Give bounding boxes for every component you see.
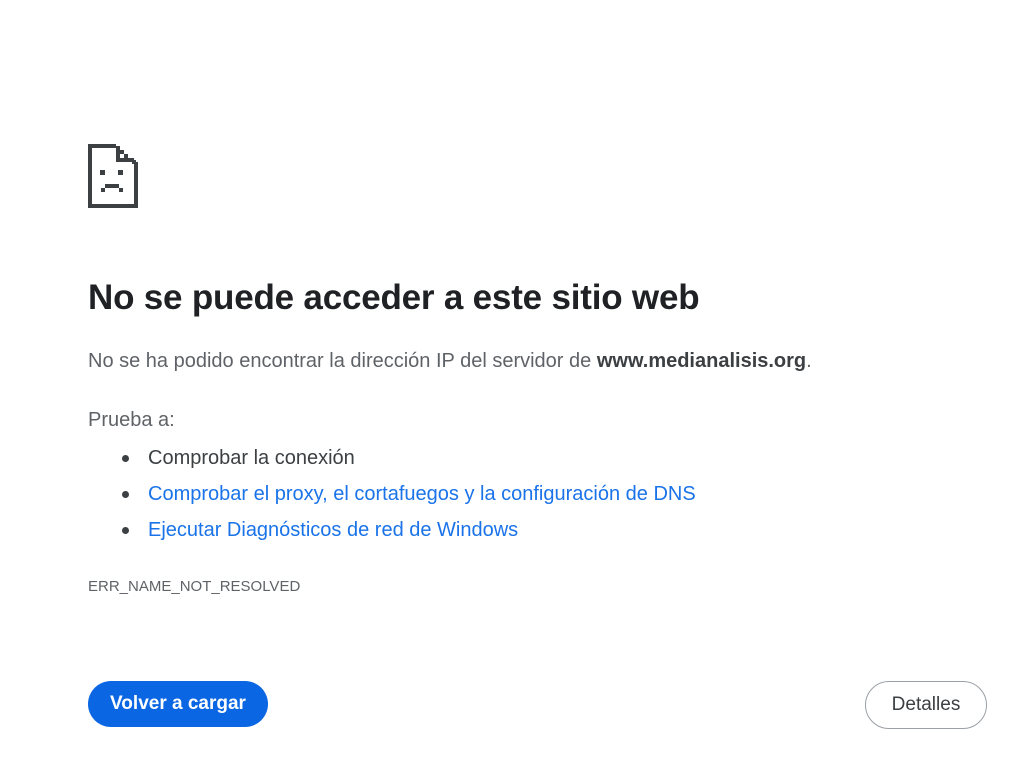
- bullet-icon: [122, 455, 129, 462]
- error-code: ERR_NAME_NOT_RESOLVED: [88, 578, 301, 595]
- error-page: No se puede acceder a este sitio web No …: [0, 0, 1024, 768]
- page-title: No se puede acceder a este sitio web: [88, 278, 700, 317]
- reload-button[interactable]: Volver a cargar: [88, 681, 268, 727]
- sad-page-icon: [88, 144, 138, 208]
- server-hostname: www.medianalisis.org: [596, 350, 807, 372]
- suggestion-check-proxy-link[interactable]: Comprobar el proxy, el cortafuegos y la …: [148, 483, 696, 505]
- bullet-icon: [122, 527, 129, 534]
- list-item: Comprobar el proxy, el cortafuegos y la …: [88, 478, 696, 514]
- summary-text: No se ha podido encontrar la dirección I…: [88, 350, 597, 372]
- list-item: Ejecutar Diagnósticos de red de Windows: [88, 514, 696, 550]
- suggestion-run-diagnostics-link[interactable]: Ejecutar Diagnósticos de red de Windows: [148, 519, 518, 541]
- error-summary: No se ha podido encontrar la dirección I…: [88, 350, 812, 373]
- bullet-icon: [122, 491, 129, 498]
- suggestions-heading: Prueba a:: [88, 409, 175, 431]
- summary-suffix: .: [806, 350, 812, 372]
- suggestion-check-connection: Comprobar la conexión: [148, 447, 355, 469]
- details-button[interactable]: Detalles: [865, 681, 987, 729]
- list-item: Comprobar la conexión: [88, 442, 696, 478]
- suggestions-list: Comprobar la conexión Comprobar el proxy…: [88, 442, 696, 550]
